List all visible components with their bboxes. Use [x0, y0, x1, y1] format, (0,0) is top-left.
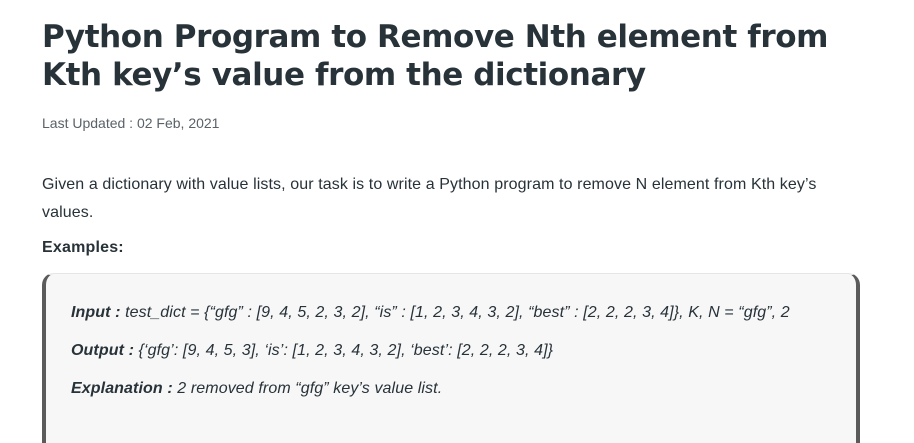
article-title: Python Program to Remove Nth element fro…: [42, 19, 829, 93]
explanation-label: Explanation :: [71, 380, 173, 397]
example-explanation-line: Explanation : 2 removed from “gfg” key’s…: [71, 378, 442, 400]
input-value: test_dict = {“gfg” : [9, 4, 5, 2, 3, 2],…: [120, 304, 790, 321]
examples-heading: Examples:: [42, 239, 124, 256]
example-output-line: Output : {‘gfg’: [9, 4, 5, 3], ‘is’: [1,…: [71, 340, 553, 362]
input-label: Input :: [71, 304, 121, 321]
example-input-line: Input : test_dict = {“gfg” : [9, 4, 5, 2…: [71, 302, 790, 324]
article: Python Program to Remove Nth element fro…: [42, 0, 872, 443]
output-label: Output :: [71, 342, 134, 359]
last-updated-date: Last Updated : 02 Feb, 2021: [42, 115, 220, 131]
output-value: {‘gfg’: [9, 4, 5, 3], ‘is’: [1, 2, 3, 4,…: [134, 342, 554, 359]
example-block: Input : test_dict = {“gfg” : [9, 4, 5, 2…: [42, 273, 860, 443]
article-intro-paragraph: Given a dictionary with value lists, our…: [42, 176, 817, 221]
explanation-value: 2 removed from “gfg” key’s value list.: [172, 380, 443, 397]
